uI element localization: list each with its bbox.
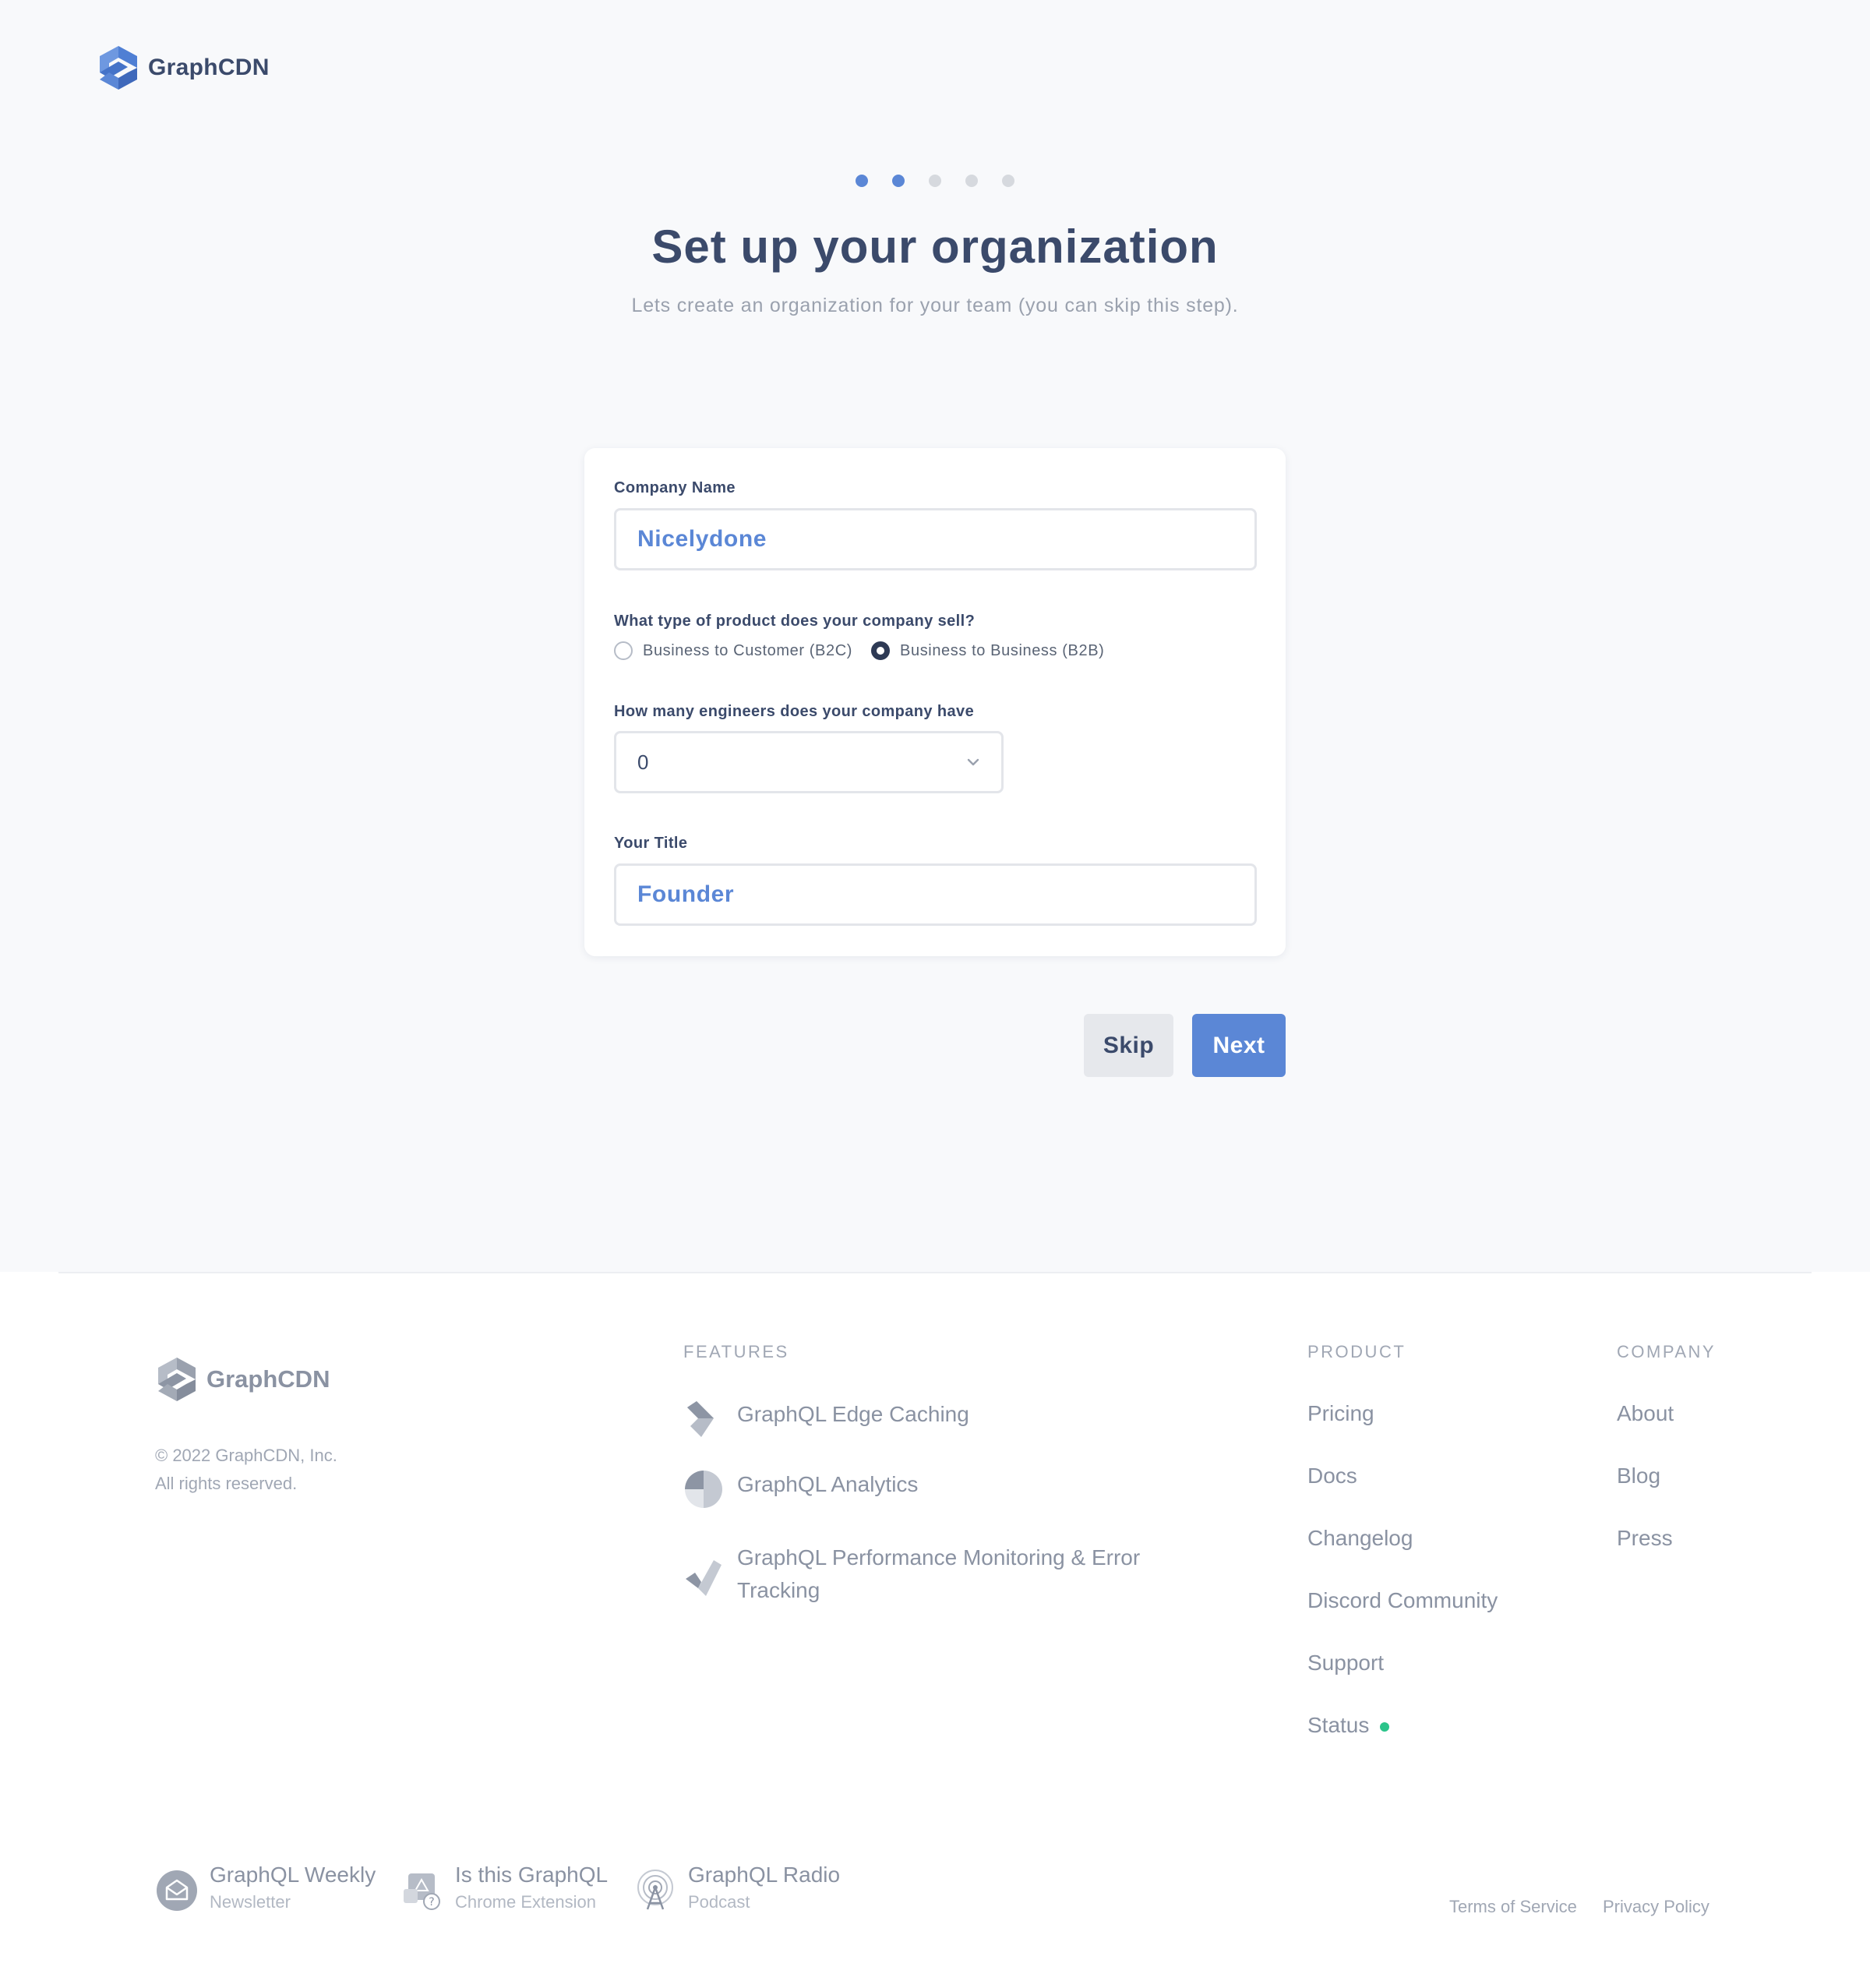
feature-edge-caching[interactable]: GraphQL Edge Caching — [683, 1398, 1173, 1440]
podcast-icon — [637, 1870, 673, 1910]
edge-caching-icon — [687, 1401, 714, 1437]
graphcdn-logo-icon — [158, 1358, 196, 1401]
radio-b2c[interactable] — [614, 641, 633, 660]
status-label: Status — [1307, 1713, 1370, 1737]
resource-graphql-weekly[interactable]: GraphQL Weekly Newsletter — [155, 1861, 376, 1916]
footer-link-about[interactable]: About — [1617, 1401, 1674, 1426]
footer-brand-name: GraphCDN — [206, 1365, 330, 1393]
copyright-line: © 2022 GraphCDN, Inc. — [155, 1446, 337, 1465]
terms-of-service-link[interactable]: Terms of Service — [1449, 1897, 1577, 1917]
rights-line: All rights reserved. — [155, 1474, 298, 1493]
product-type-radio-group: Business to Customer (B2C) Business to B… — [614, 641, 1123, 660]
feature-performance-monitoring[interactable]: GraphQL Performance Monitoring & Error T… — [683, 1541, 1173, 1607]
brand-name: GraphCDN — [148, 55, 270, 80]
privacy-policy-link[interactable]: Privacy Policy — [1603, 1897, 1709, 1917]
page-title: Set up your organization — [651, 221, 1219, 273]
graphcdn-logo-icon — [100, 46, 137, 90]
status-indicator — [1380, 1721, 1390, 1732]
product-heading: PRODUCT — [1307, 1342, 1406, 1361]
step-dot-2 — [892, 175, 905, 187]
footer-link-support[interactable]: Support — [1307, 1651, 1384, 1675]
footer-link-press[interactable]: Press — [1617, 1526, 1673, 1551]
feature-analytics[interactable]: GraphQL Analytics — [683, 1468, 1173, 1510]
title-label: Your Title — [614, 835, 688, 852]
radio-b2b-label: Business to Business (B2B) — [900, 641, 1105, 659]
features-heading: FEATURES — [683, 1342, 789, 1361]
resource-subtitle: Newsletter — [210, 1892, 291, 1912]
feature-label: GraphQL Analytics — [737, 1472, 919, 1496]
page-subtitle: Lets create an organization for your tea… — [631, 295, 1239, 316]
engineers-label: How many engineers does your company hav… — [614, 703, 975, 720]
footer-link-pricing[interactable]: Pricing — [1307, 1401, 1374, 1426]
company-name-label: Company Name — [614, 479, 736, 496]
newsletter-icon — [157, 1870, 197, 1911]
engineers-select[interactable]: 0 — [614, 731, 1004, 793]
resource-title: GraphQL Weekly — [210, 1863, 376, 1887]
footer-link-docs[interactable]: Docs — [1307, 1464, 1357, 1488]
footer-link-status[interactable]: Status — [1307, 1713, 1390, 1738]
svg-text:?: ? — [429, 1896, 434, 1909]
step-indicator — [856, 175, 1039, 187]
performance-check-icon — [686, 1560, 722, 1596]
feature-label: GraphQL Edge Caching — [737, 1402, 969, 1426]
engineers-select-value: 0 — [637, 750, 649, 774]
step-dot-5 — [1002, 175, 1014, 187]
title-input[interactable]: Founder — [614, 863, 1257, 926]
resource-graphql-radio[interactable]: GraphQL Radio Podcast — [633, 1861, 840, 1916]
feature-label: GraphQL Performance Monitoring & Error T… — [737, 1545, 1141, 1602]
radio-option-b2b[interactable]: Business to Business (B2B) — [871, 641, 1104, 660]
company-name-input[interactable]: Nicelydone — [614, 508, 1257, 570]
resource-subtitle: Podcast — [688, 1892, 750, 1912]
next-button[interactable]: Next — [1192, 1014, 1286, 1077]
copyright: © 2022 GraphCDN, Inc. All rights reserve… — [155, 1442, 337, 1498]
step-dot-1 — [856, 175, 868, 187]
footer-link-changelog[interactable]: Changelog — [1307, 1526, 1413, 1551]
chrome-extension-icon: ? — [404, 1873, 440, 1910]
resource-subtitle: Chrome Extension — [455, 1892, 596, 1912]
footer-logo[interactable]: GraphCDN — [155, 1356, 330, 1403]
organization-form-card: Company Name Nicelydone What type of pro… — [584, 448, 1286, 956]
analytics-icon — [685, 1471, 722, 1508]
resource-title: GraphQL Radio — [688, 1863, 841, 1887]
footer-link-discord[interactable]: Discord Community — [1307, 1588, 1498, 1613]
company-heading: COMPANY — [1617, 1342, 1717, 1361]
skip-button[interactable]: Skip — [1084, 1014, 1173, 1077]
resource-title: Is this GraphQL — [455, 1863, 609, 1887]
chevron-down-icon — [967, 758, 979, 766]
footer-link-blog[interactable]: Blog — [1617, 1464, 1660, 1488]
header-logo[interactable]: GraphCDN — [97, 44, 270, 91]
radio-option-b2c[interactable]: Business to Customer (B2C) — [614, 641, 852, 660]
radio-b2c-label: Business to Customer (B2C) — [643, 641, 853, 659]
radio-b2b[interactable] — [871, 641, 891, 660]
product-type-label: What type of product does your company s… — [614, 613, 976, 630]
footer-divider — [58, 1272, 1812, 1273]
resource-is-this-graphql[interactable]: ? Is this GraphQL Chrome Extension — [400, 1861, 608, 1916]
step-dot-4 — [965, 175, 978, 187]
step-dot-3 — [929, 175, 941, 187]
